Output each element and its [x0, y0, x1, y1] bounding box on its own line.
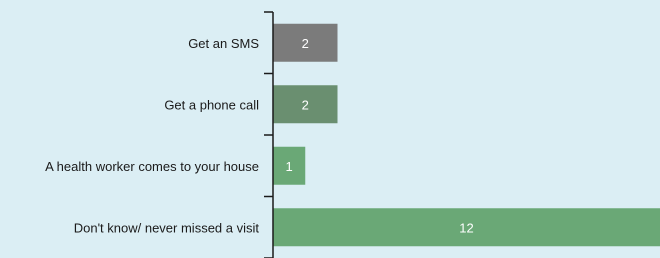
bar-value-label: 12 — [459, 220, 473, 235]
y-axis — [264, 11, 274, 258]
category-label: Get a phone call — [164, 97, 259, 112]
bar-value-label: 1 — [286, 159, 293, 174]
bar-value-label: 2 — [302, 36, 309, 51]
category-label: A health worker comes to your house — [45, 159, 259, 174]
category-label: Get an SMS — [188, 36, 259, 51]
bars-group: 2 2 1 12 — [273, 23, 660, 247]
bar-chart: 2 2 1 12 Get an SMS Get a phone call A health… — [45, 11, 660, 258]
bar-value-label: 2 — [302, 97, 309, 112]
category-label: Don't know/ never missed a visit — [74, 220, 260, 235]
category-labels: Get an SMS Get a phone call A health worke… — [45, 36, 259, 236]
